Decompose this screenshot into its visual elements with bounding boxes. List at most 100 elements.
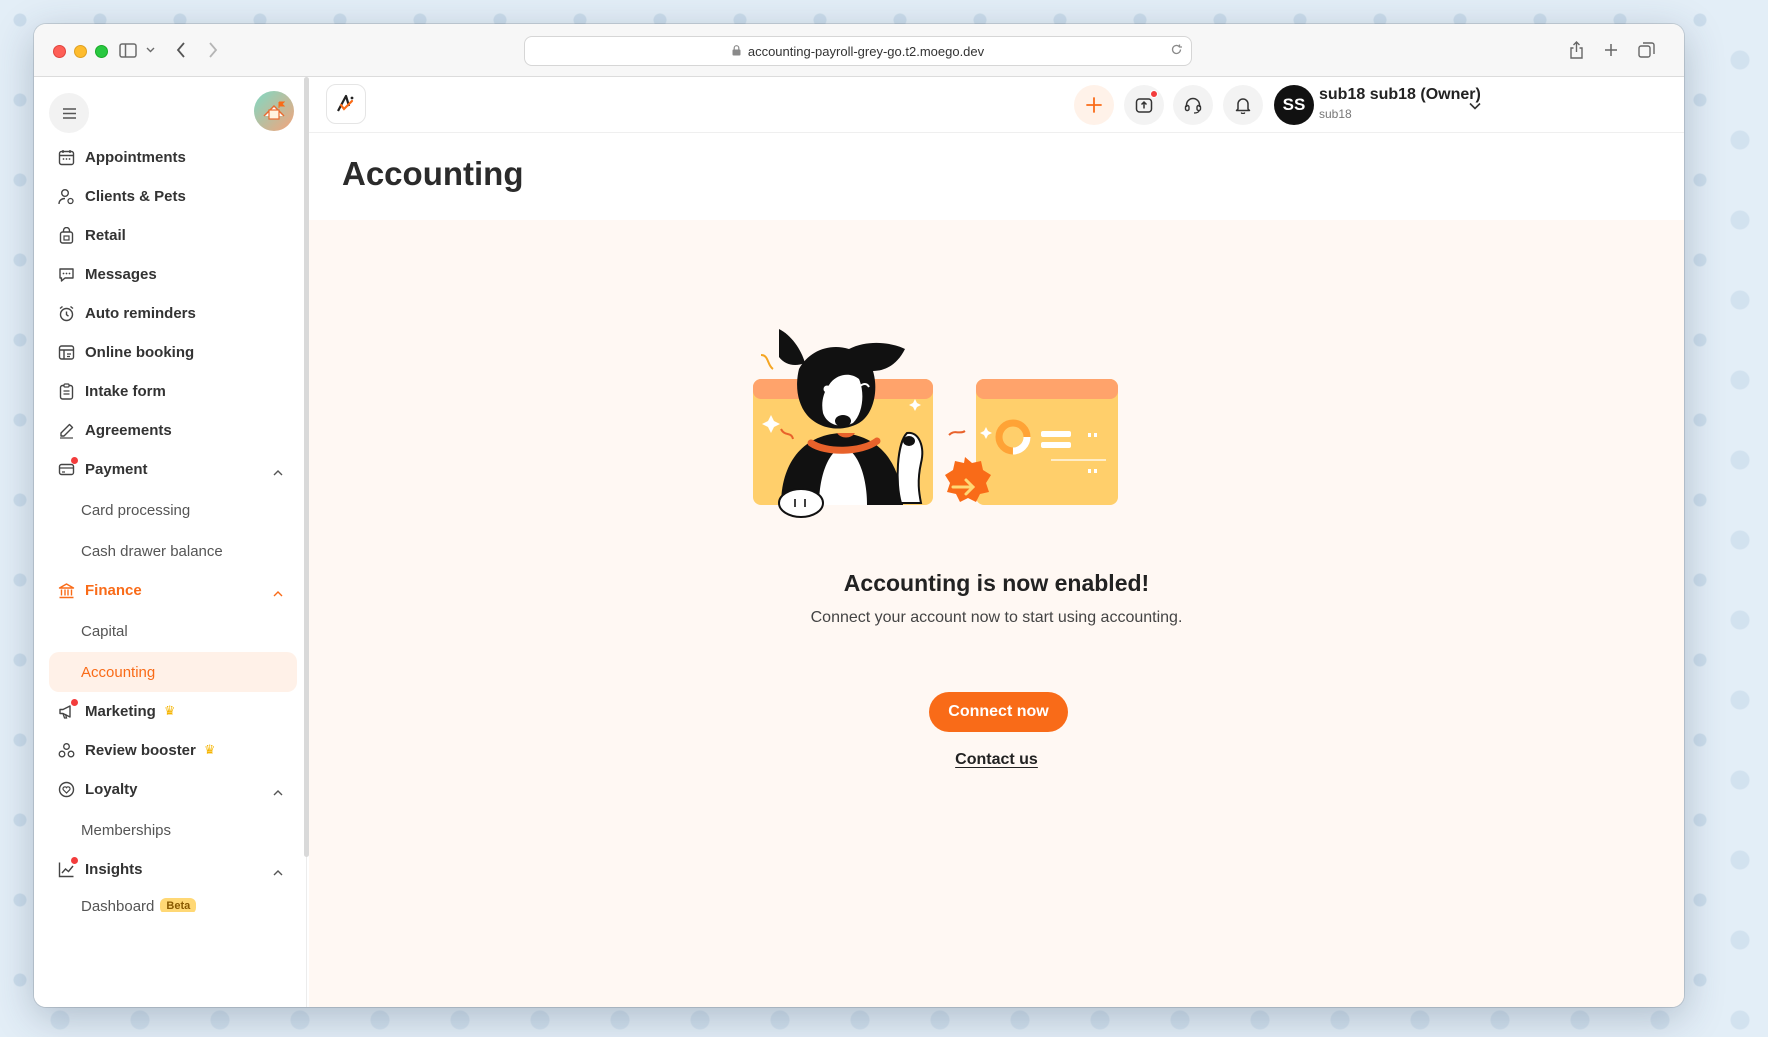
clipboard-icon [56, 381, 76, 401]
url-text: accounting-payroll-grey-go.t2.moego.dev [747, 43, 985, 59]
brand-logo[interactable] [326, 84, 366, 124]
sidebar: Appointments Clients & Pets Retail Messa… [34, 77, 309, 1007]
sidebar-item-label: Clients & Pets [85, 187, 186, 205]
sidebar-item-memberships[interactable]: Memberships [49, 810, 297, 850]
payment-icon [56, 457, 78, 479]
sidebar-item-label: Payment [85, 460, 148, 478]
notification-dot [71, 857, 78, 864]
tab-overview-icon[interactable] [1636, 38, 1656, 62]
close-window-button[interactable] [53, 45, 66, 58]
sidebar-item-auto-reminders[interactable]: Auto reminders [49, 293, 297, 333]
sidebar-item-capital[interactable]: Capital [49, 611, 297, 651]
sidebar-item-card-processing[interactable]: Card processing [49, 490, 297, 530]
notification-dot [71, 457, 78, 464]
alarm-icon [56, 303, 76, 323]
add-button[interactable] [1074, 85, 1114, 125]
upload-button[interactable] [1124, 85, 1164, 125]
sidebar-item-cash-drawer-balance[interactable]: Cash drawer balance [49, 531, 297, 571]
message-icon [56, 264, 76, 284]
notification-dot [71, 699, 78, 706]
sidebar-item-marketing[interactable]: Marketing ♛ [49, 691, 297, 731]
chevron-up-icon[interactable] [273, 783, 283, 800]
avatar[interactable]: SS [1274, 85, 1314, 125]
sidebar-toggle-icon[interactable] [117, 38, 139, 62]
chevron-down-icon[interactable] [144, 38, 156, 62]
share-icon[interactable] [1566, 38, 1586, 62]
sidebar-item-accounting[interactable]: Accounting [49, 652, 297, 692]
sidebar-item-clients-pets[interactable]: Clients & Pets [49, 176, 297, 216]
reload-icon[interactable] [1170, 43, 1183, 59]
plus-icon [1086, 97, 1102, 113]
lock-icon [732, 44, 741, 59]
moego-logo-icon [337, 94, 354, 112]
sidebar-item-retail[interactable]: Retail [49, 215, 297, 255]
sidebar-item-messages[interactable]: Messages [49, 254, 297, 294]
user-business: sub18 [1319, 107, 1352, 121]
calendar-icon [56, 147, 76, 167]
sidebar-item-label: Online booking [85, 343, 195, 361]
empty-state-description: Connect your account now to start using … [810, 609, 1183, 626]
page-header: Accounting [309, 133, 1684, 220]
back-icon[interactable] [173, 38, 189, 62]
support-button[interactable] [1173, 85, 1213, 125]
chevron-down-icon[interactable] [1469, 97, 1481, 115]
sidebar-item-finance[interactable]: Finance [49, 570, 297, 610]
contact-us-link[interactable]: Contact us [955, 751, 1038, 768]
sidebar-item-label: Auto reminders [85, 304, 196, 322]
sidebar-item-label: Intake form [85, 382, 166, 400]
sidebar-item-agreements[interactable]: Agreements [49, 410, 297, 450]
business-logo[interactable] [254, 91, 294, 131]
sidebar-item-intake-form[interactable]: Intake form [49, 371, 297, 411]
sidebar-item-label: Accounting [81, 663, 156, 681]
crown-icon: ♛ [203, 742, 216, 757]
forward-icon[interactable] [205, 38, 221, 62]
sidebar-item-label: Dashboard [81, 898, 155, 912]
chevron-up-icon[interactable] [273, 863, 283, 880]
bag-icon [56, 225, 76, 245]
bell-icon [1235, 98, 1251, 114]
chevron-up-icon[interactable] [273, 584, 283, 601]
browser-window: accounting-payroll-grey-go.t2.moego.dev [34, 24, 1684, 1007]
notifications-button[interactable] [1223, 85, 1263, 125]
browser-toolbar: accounting-payroll-grey-go.t2.moego.dev [34, 24, 1684, 77]
zoom-window-button[interactable] [95, 45, 108, 58]
sidebar-item-label: Memberships [81, 821, 172, 839]
sidebar-item-online-booking[interactable]: Online booking [49, 332, 297, 372]
pen-icon [56, 420, 76, 440]
upload-icon [1135, 98, 1153, 113]
sidebar-item-label: Loyalty [85, 780, 138, 798]
megaphone-icon [56, 699, 78, 721]
sidebar-item-loyalty[interactable]: Loyalty [49, 769, 297, 809]
heart-icon [56, 779, 76, 799]
minimize-window-button[interactable] [74, 45, 87, 58]
new-tab-icon[interactable] [1601, 38, 1621, 62]
sidebar-item-dashboard[interactable]: Dashboard Beta [49, 890, 297, 912]
sidebar-item-label: Marketing [85, 702, 156, 720]
sidebar-item-appointments[interactable]: Appointments [49, 137, 297, 177]
sidebar-item-label: Card processing [81, 501, 191, 519]
crown-icon: ♛ [163, 703, 176, 718]
sidebar-item-label: Retail [85, 226, 126, 244]
main-content: Accounting is now enabled! Connect your … [309, 220, 1684, 1007]
page-title: Accounting [342, 155, 524, 192]
empty-state-title: Accounting is now enabled! [843, 570, 1150, 596]
beta-badge: Beta [160, 898, 197, 912]
address-bar[interactable]: accounting-payroll-grey-go.t2.moego.dev [524, 36, 1192, 66]
dog-illustration [751, 325, 1131, 540]
sidebar-item-insights[interactable]: Insights [49, 849, 297, 889]
booking-icon [56, 342, 76, 362]
user-name[interactable]: sub18 sub18 (Owner) [1319, 86, 1481, 104]
notification-dot [1150, 90, 1158, 98]
app-header: SS sub18 sub18 (Owner) sub18 [309, 77, 1684, 133]
sidebar-item-label: Finance [85, 581, 142, 599]
sidebar-item-review-booster[interactable]: Review booster ♛ [49, 730, 297, 770]
sidebar-item-payment[interactable]: Payment [49, 449, 297, 489]
chart-icon [56, 857, 78, 879]
chevron-up-icon[interactable] [273, 463, 283, 480]
review-icon [56, 740, 76, 760]
menu-toggle-button[interactable] [49, 93, 89, 133]
sidebar-item-label: Appointments [85, 148, 186, 166]
headset-icon [1184, 97, 1202, 114]
sidebar-item-label: Messages [85, 265, 157, 283]
connect-now-button[interactable]: Connect now [929, 692, 1068, 732]
